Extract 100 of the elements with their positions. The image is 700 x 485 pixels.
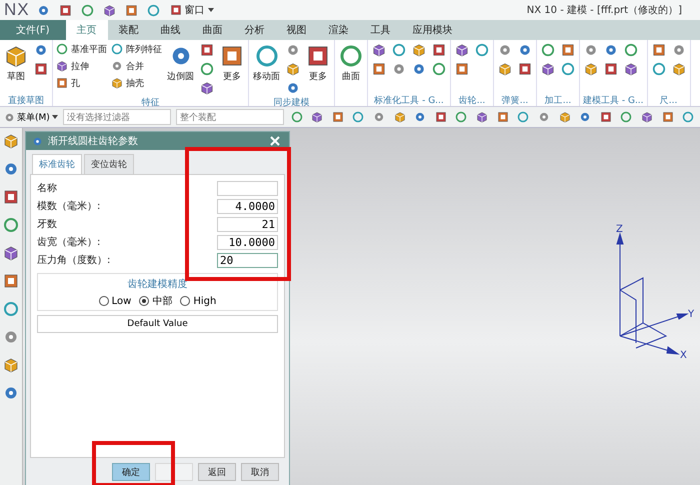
ribbon-icon-button[interactable] [371, 61, 387, 77]
resource-bar-button[interactable] [3, 133, 19, 149]
dialog-button[interactable]: 确定 [112, 463, 150, 481]
ribbon-icon-button[interactable] [199, 80, 215, 96]
ring-icon [290, 111, 303, 123]
ribbon-icon-button[interactable] [623, 61, 639, 77]
ribbon-button[interactable]: 边倒圆 [166, 42, 195, 85]
ring-icon [81, 4, 94, 16]
cube-icon [498, 62, 512, 76]
dialog-tab[interactable]: 标准齿轮 [32, 154, 82, 174]
file-menu[interactable]: 文件(F) [0, 20, 66, 40]
resource-bar-button[interactable] [3, 189, 19, 205]
ribbon-button[interactable]: 草图 [3, 42, 29, 85]
quick-access-button[interactable] [80, 2, 96, 18]
input-field[interactable]: 10.0000 [217, 234, 278, 250]
ribbon-button[interactable]: 更多 [219, 42, 245, 85]
ribbon-button[interactable]: 曲面 [338, 42, 364, 85]
resource-bar-button[interactable] [3, 245, 19, 261]
ribbon-button[interactable]: 阵列特征 [111, 42, 162, 56]
ribbon-icon-button[interactable] [560, 42, 576, 58]
ring-icon [3, 217, 19, 233]
app-logo: NX [4, 0, 30, 20]
cube-icon [455, 43, 469, 57]
ribbon-icon-button[interactable] [603, 61, 619, 77]
ribbon-button[interactable]: 基准平面 [56, 42, 107, 56]
ribbon-icon-button[interactable] [371, 42, 387, 58]
cube-icon [584, 62, 598, 76]
input-field[interactable]: 4.0000 [217, 198, 278, 214]
ribbon-button[interactable]: 更多 [305, 42, 331, 85]
ribbon-icon-button[interactable] [199, 42, 215, 58]
dialog-button[interactable]: 取消 [241, 463, 279, 481]
ribbon-tab[interactable]: 工具 [360, 20, 402, 40]
input-field[interactable] [217, 180, 278, 196]
ribbon-tab[interactable]: 曲线 [150, 20, 192, 40]
ribbon-icon-button[interactable] [199, 61, 215, 77]
filter-dropdown[interactable]: 整个装配 [176, 109, 284, 125]
window-menu[interactable]: 窗口 [168, 3, 216, 17]
input-field[interactable]: 20 [217, 252, 278, 268]
ribbon-icon-button[interactable] [540, 61, 556, 77]
ribbon-tab[interactable]: 分析 [234, 20, 276, 40]
ribbon-icon-button[interactable] [540, 42, 556, 58]
toolbar-button[interactable] [433, 109, 449, 125]
group-label: 尺... [660, 96, 678, 106]
menu-button[interactable]: 菜单(M) [4, 110, 58, 124]
resource-bar-button[interactable] [3, 273, 19, 289]
group-label: 齿轮... [458, 96, 486, 106]
resource-bar-button[interactable] [3, 357, 19, 373]
ribbon-icon-button[interactable] [454, 42, 470, 58]
dialog-button[interactable]: 返回 [198, 463, 236, 481]
ribbon-icon-button[interactable] [623, 42, 639, 58]
group-label: 标准化工具 - G... [374, 96, 444, 106]
ring-icon [432, 62, 446, 76]
ribbon-button[interactable]: 孔 [56, 76, 107, 90]
ribbon-icon-button[interactable] [670, 61, 687, 77]
ribbon-icon-button[interactable] [560, 61, 576, 77]
ribbon-button[interactable]: 移动面 [252, 42, 281, 85]
default-value-button[interactable]: Default Value [37, 315, 278, 333]
ribbon-icon-button[interactable] [285, 61, 301, 77]
square-icon [604, 62, 618, 76]
ring-icon [541, 43, 555, 57]
ribbon-icon-button[interactable] [454, 61, 470, 77]
ribbon-tab[interactable]: 主页 [66, 20, 108, 40]
ribbon-icon-button[interactable] [474, 42, 490, 58]
group-label: 弹簧... [502, 96, 528, 106]
ribbon-tab[interactable]: 应用模块 [402, 20, 464, 40]
ribbon-icon-button[interactable] [497, 61, 513, 77]
cube-icon [372, 43, 386, 57]
resource-bar-button[interactable] [3, 217, 19, 233]
input-field[interactable]: 21 [217, 216, 278, 232]
ribbon-button[interactable]: 合并 [111, 59, 162, 73]
ribbon-tab[interactable]: 曲面 [192, 20, 234, 40]
filter-dropdown[interactable]: 没有选择过滤器 [62, 109, 171, 125]
ribbon-icon-button[interactable] [391, 42, 407, 58]
toolbar-button[interactable] [330, 109, 346, 125]
ribbon-icon-button[interactable] [517, 61, 533, 77]
cube-icon [3, 133, 19, 149]
square-icon [561, 43, 575, 57]
ribbon-icon-button[interactable] [411, 42, 427, 58]
ribbon-button[interactable]: 抽壳 [111, 76, 162, 90]
ribbon-icon-button[interactable] [650, 42, 667, 58]
ribbon-icon-button[interactable] [33, 61, 49, 77]
cube-icon [476, 111, 488, 123]
dialog-tab[interactable]: 变位齿轮 [84, 154, 134, 174]
ribbon-tab[interactable]: 视图 [276, 20, 318, 40]
ribbon-tab[interactable]: 渲染 [318, 20, 360, 40]
radio-option[interactable]: 中部 [139, 294, 172, 308]
quick-access-button[interactable] [146, 2, 162, 18]
ring-icon [682, 111, 694, 123]
ribbon-button[interactable]: 拉伸 [56, 59, 107, 73]
ring-icon [561, 62, 575, 76]
ribbon-icon-button[interactable] [431, 42, 447, 58]
radio-option[interactable]: Low [98, 294, 132, 308]
ribbon-icon-button[interactable] [650, 61, 667, 77]
square-icon [455, 62, 469, 76]
toolbar-button[interactable] [680, 109, 696, 125]
ribbon-icon-button[interactable] [431, 61, 447, 77]
radio-option[interactable]: High [180, 294, 216, 308]
ribbon-icon-button[interactable] [583, 61, 599, 77]
cube-icon [200, 81, 214, 95]
ribbon-tab[interactable]: 装配 [108, 20, 150, 40]
